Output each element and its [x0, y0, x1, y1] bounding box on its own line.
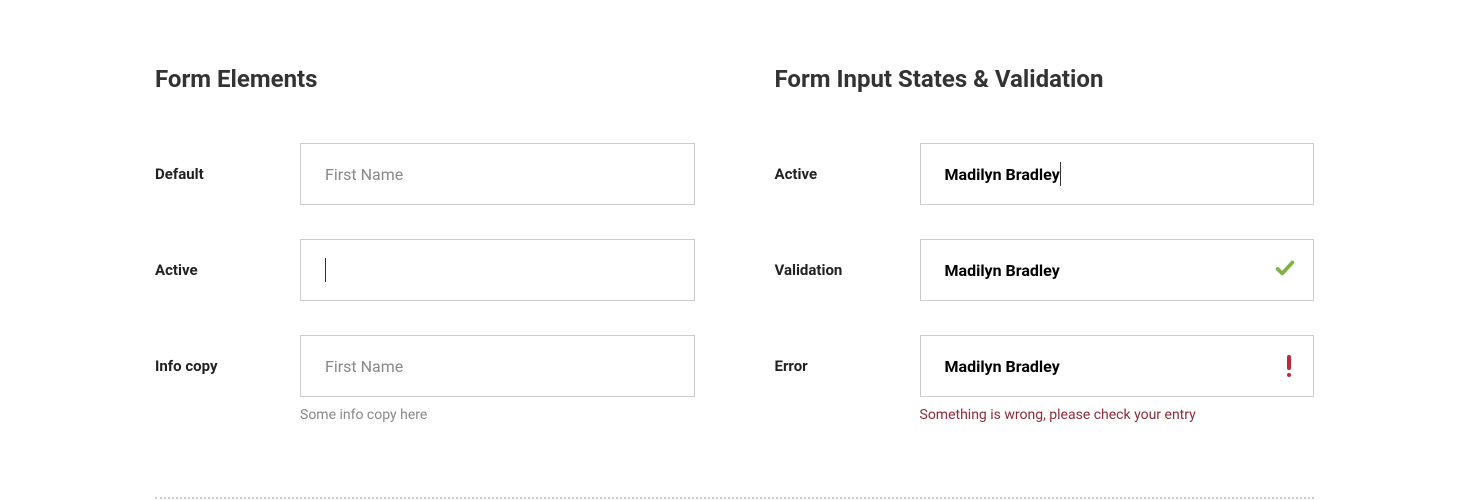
form-states-section: Form Input States & Validation Active Ma…: [775, 65, 1315, 457]
error-message: Something is wrong, please check your en…: [920, 407, 1315, 423]
input-value-error: Madilyn Bradley: [945, 357, 1060, 376]
exclamation-icon: [1286, 355, 1292, 377]
input-value-validation: Madilyn Bradley: [945, 261, 1060, 280]
section-divider: [155, 497, 1314, 499]
input-value-active: Madilyn Bradley: [945, 165, 1060, 184]
input-active-left[interactable]: [300, 239, 695, 301]
label-active-left: Active: [155, 239, 300, 279]
section-title-form-states: Form Input States & Validation: [775, 65, 1315, 93]
section-title-form-elements: Form Elements: [155, 65, 695, 93]
check-icon: [1274, 257, 1296, 283]
row-active-left: Active: [155, 239, 695, 301]
text-cursor-icon: [325, 258, 326, 282]
input-validation[interactable]: Madilyn Bradley: [920, 239, 1315, 301]
text-cursor-icon: [1060, 162, 1061, 186]
row-error: Error Madilyn Bradley Something is wrong…: [775, 335, 1315, 423]
row-validation: Validation Madilyn Bradley: [775, 239, 1315, 301]
form-elements-section: Form Elements Default Active Info copy S…: [155, 65, 695, 457]
input-active-right[interactable]: Madilyn Bradley: [920, 143, 1315, 205]
row-default: Default: [155, 143, 695, 205]
helper-text-info: Some info copy here: [300, 407, 695, 423]
label-default: Default: [155, 143, 300, 183]
input-error[interactable]: Madilyn Bradley: [920, 335, 1315, 397]
row-info-copy: Info copy Some info copy here: [155, 335, 695, 423]
label-info-copy: Info copy: [155, 335, 300, 375]
row-active-right: Active Madilyn Bradley: [775, 143, 1315, 205]
input-info-copy[interactable]: [300, 335, 695, 397]
label-active-right: Active: [775, 143, 920, 183]
input-default[interactable]: [300, 143, 695, 205]
label-validation: Validation: [775, 239, 920, 279]
label-error: Error: [775, 335, 920, 375]
